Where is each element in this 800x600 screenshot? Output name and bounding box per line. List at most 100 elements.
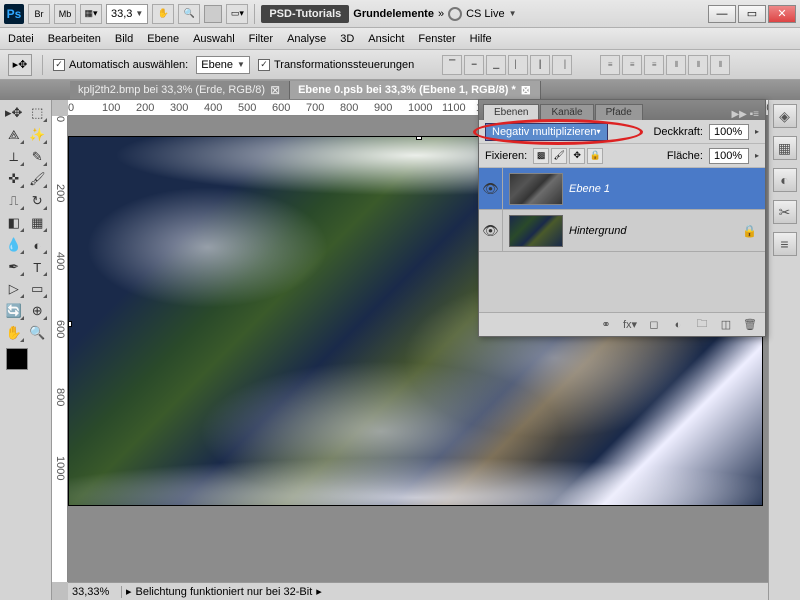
color-panel-icon[interactable]: ◈ [773,104,797,128]
vertical-ruler[interactable]: 02004006008001000 [52,116,68,582]
panel-menu-button[interactable]: ▶▶ ▪≡ [725,109,765,120]
menu-bild[interactable]: Bild [115,33,133,45]
status-nav-icon[interactable]: ▸ [126,585,132,598]
align-left-button[interactable]: ▏ [508,55,528,75]
align-vcenter-button[interactable]: ━ [464,55,484,75]
layer-item[interactable]: 👁 Ebene 1 [479,168,765,210]
foreground-color[interactable] [6,348,28,370]
brush-tool[interactable]: 🖌 [26,168,50,190]
move-tool-preset[interactable]: ▸✥ [8,54,32,76]
document-tab[interactable]: Ebene 0.psb bei 33,3% (Ebene 1, RGB/8) *… [290,81,541,99]
group-button[interactable]: 🗀 [693,316,711,334]
align-bottom-button[interactable]: ▁ [486,55,506,75]
view-extras-button[interactable]: ▦▾ [80,4,102,24]
visibility-toggle-icon[interactable]: 👁 [482,223,499,239]
status-zoom[interactable]: 33,33% [72,586,122,598]
masks-panel-icon[interactable]: ✂ [773,200,797,224]
color-swatches[interactable] [6,348,46,388]
close-tab-icon[interactable]: ⊠ [520,84,532,96]
gradient-tool[interactable]: ▦ [26,212,50,234]
zoom-tool-button[interactable]: 🔍 [178,4,200,24]
layer-item[interactable]: 👁 Hintergrund 🔒 [479,210,765,252]
menu-auswahl[interactable]: Auswahl [193,33,235,45]
eyedropper-tool[interactable]: ✎ [26,146,50,168]
opacity-input[interactable]: 100% [709,124,749,140]
opacity-flyout-icon[interactable]: ▸ [755,127,759,136]
dist-bottom-button[interactable]: ≡ [644,55,664,75]
align-right-button[interactable]: ▕ [552,55,572,75]
layer-name[interactable]: Ebene 1 [569,183,610,195]
adjustment-layer-button[interactable]: ◐ [669,316,687,334]
wand-tool[interactable]: ✨ [26,124,50,146]
menu-ansicht[interactable]: Ansicht [368,33,404,45]
status-arrow-icon[interactable]: ▸ [316,585,322,598]
eraser-tool[interactable]: ◧ [2,212,26,234]
minibridge-button[interactable]: Mb [54,4,76,24]
menu-filter[interactable]: Filter [249,33,273,45]
hand-tool-button[interactable]: ✋ [152,4,174,24]
dist-vcenter-button[interactable]: ≡ [622,55,642,75]
auto-select-dropdown[interactable]: Ebene▼ [196,56,250,74]
lock-pixels-button[interactable]: 🖌 [551,148,567,164]
dodge-tool[interactable]: ◐ [26,234,50,256]
cs-live-button[interactable]: CS Live▼ [448,7,516,21]
stamp-tool[interactable]: ⎍ [2,190,26,212]
layer-name[interactable]: Hintergrund [569,225,626,237]
menu-3d[interactable]: 3D [340,33,354,45]
workspace-label[interactable]: Grundelemente [353,8,434,20]
lock-all-button[interactable]: 🔒 [587,148,603,164]
close-button[interactable]: ✕ [768,5,796,23]
history-brush-tool[interactable]: ↻ [26,190,50,212]
fill-input[interactable]: 100% [709,148,749,164]
crop-tool[interactable]: ⟂ [2,146,26,168]
link-layers-button[interactable]: ⚭ [597,316,615,334]
tab-ebenen[interactable]: Ebenen [483,104,539,120]
blur-tool[interactable]: 💧 [2,234,26,256]
lock-position-button[interactable]: ✥ [569,148,585,164]
workspace-button[interactable]: PSD-Tutorials [261,5,349,23]
swatches-panel-icon[interactable]: ▦ [773,136,797,160]
lasso-tool[interactable]: ⟁ [2,124,26,146]
menu-fenster[interactable]: Fenster [418,33,455,45]
transform-handle[interactable] [416,136,422,140]
align-hcenter-button[interactable]: ┃ [530,55,550,75]
shape-tool[interactable]: ▭ [26,278,50,300]
adjustments-panel-icon[interactable]: ◐ [773,168,797,192]
tab-pfade[interactable]: Pfade [595,104,643,120]
lock-transparent-button[interactable]: ▩ [533,148,549,164]
heal-tool[interactable]: ✜ [2,168,26,190]
transform-controls-checkbox[interactable]: ✓ Transformationssteuerungen [258,59,414,71]
layer-thumbnail[interactable] [509,215,563,247]
transform-handle[interactable] [68,321,72,327]
screen-mode-button[interactable]: ▭▾ [226,4,248,24]
fill-flyout-icon[interactable]: ▸ [755,151,759,160]
3d-tool[interactable]: 🔄 [2,300,26,322]
zoom-tool[interactable]: 🔍 [26,322,50,344]
document-tab[interactable]: kplj2th2.bmp bei 33,3% (Erde, RGB/8) ⊠ [70,81,290,99]
arrange-docs-button[interactable] [204,5,222,23]
auto-select-checkbox[interactable]: ✓ Automatisch auswählen: [53,59,188,71]
layer-mask-button[interactable]: ◻ [645,316,663,334]
marquee-tool[interactable]: ⬚ [26,102,50,124]
menu-analyse[interactable]: Analyse [287,33,326,45]
new-layer-button[interactable]: ◫ [717,316,735,334]
bridge-button[interactable]: Br [28,4,50,24]
zoom-level-dropdown[interactable]: 33,3▼ [106,4,148,24]
3d-camera-tool[interactable]: ⊕ [26,300,50,322]
maximize-button[interactable]: ▭ [738,5,766,23]
layer-thumbnail[interactable] [509,173,563,205]
type-tool[interactable]: T [26,256,50,278]
close-tab-icon[interactable]: ⊠ [269,84,281,96]
hand-tool[interactable]: ✋ [2,322,26,344]
pen-tool[interactable]: ✒ [2,256,26,278]
path-select-tool[interactable]: ▷ [2,278,26,300]
menu-hilfe[interactable]: Hilfe [470,33,492,45]
minimize-button[interactable]: — [708,5,736,23]
dist-hcenter-button[interactable]: ⦀ [688,55,708,75]
menu-ebene[interactable]: Ebene [147,33,179,45]
menu-datei[interactable]: Datei [8,33,34,45]
blend-mode-dropdown[interactable]: Negativ multiplizieren▾ [485,123,608,141]
dist-top-button[interactable]: ≡ [600,55,620,75]
dist-right-button[interactable]: ⦀ [710,55,730,75]
workspace-more-icon[interactable]: » [438,8,444,20]
